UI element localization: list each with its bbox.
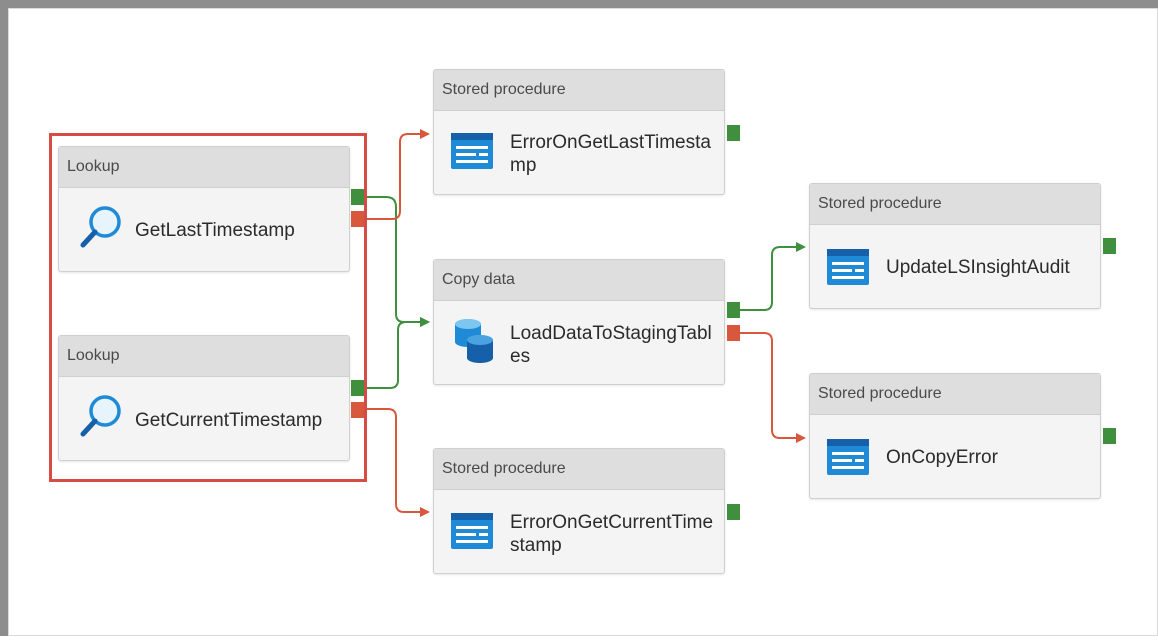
stored-procedure-icon xyxy=(450,132,494,175)
stored-procedure-icon xyxy=(826,248,870,291)
connector-success-getlast-to-copy xyxy=(364,196,430,327)
activity-type-label: Stored procedure xyxy=(434,449,724,490)
success-output-port[interactable] xyxy=(727,125,740,141)
success-output-port[interactable] xyxy=(727,504,740,520)
database-copy-icon xyxy=(452,316,496,369)
activity-type-label: Stored procedure xyxy=(434,70,724,111)
pipeline-canvas[interactable]: Lookup GetLastTimestamp Lookup GetCurren… xyxy=(0,0,1158,636)
activity-type-label: Copy data xyxy=(434,260,724,301)
connector-failure-copy-to-oncopyerror xyxy=(740,332,806,443)
success-output-port[interactable] xyxy=(1103,238,1116,254)
activity-type-label: Stored procedure xyxy=(810,374,1100,415)
activity-storedprocedure-erroronlasttimestamp[interactable]: Stored procedure ErrorOnGetLastTimestamp xyxy=(433,69,725,195)
success-output-port[interactable] xyxy=(1103,428,1116,444)
failure-output-port[interactable] xyxy=(727,325,740,341)
activity-storedprocedure-updatelsinsightaudit[interactable]: Stored procedure UpdateLSInsightAudit xyxy=(809,183,1101,309)
stored-procedure-icon xyxy=(826,438,870,481)
connector-success-getcurrent-to-copy xyxy=(364,317,430,389)
activity-storedprocedure-erroroncurrenttimestamp[interactable]: Stored procedure ErrorOnGetCurrentTimest… xyxy=(433,448,725,574)
activity-name: ErrorOnGetCurrentTimestamp xyxy=(510,512,714,556)
success-output-port[interactable] xyxy=(727,302,740,318)
activity-storedprocedure-oncopyerror[interactable]: Stored procedure OnCopyError xyxy=(809,373,1101,499)
activity-name: LoadDataToStagingTables xyxy=(510,323,712,367)
selection-box xyxy=(49,133,367,482)
stored-procedure-icon xyxy=(450,512,494,555)
activity-name: ErrorOnGetLastTimestamp xyxy=(510,132,711,176)
connector-success-copy-to-update xyxy=(740,242,806,311)
activity-name: UpdateLSInsightAudit xyxy=(886,257,1070,278)
activity-name: OnCopyError xyxy=(886,447,998,468)
connector-failure-getcurrent-to-errorcurrent xyxy=(364,408,430,517)
activity-copydata-loaddatatostagingtables[interactable]: Copy data LoadDataToStagingTables xyxy=(433,259,725,385)
activity-type-label: Stored procedure xyxy=(810,184,1100,225)
